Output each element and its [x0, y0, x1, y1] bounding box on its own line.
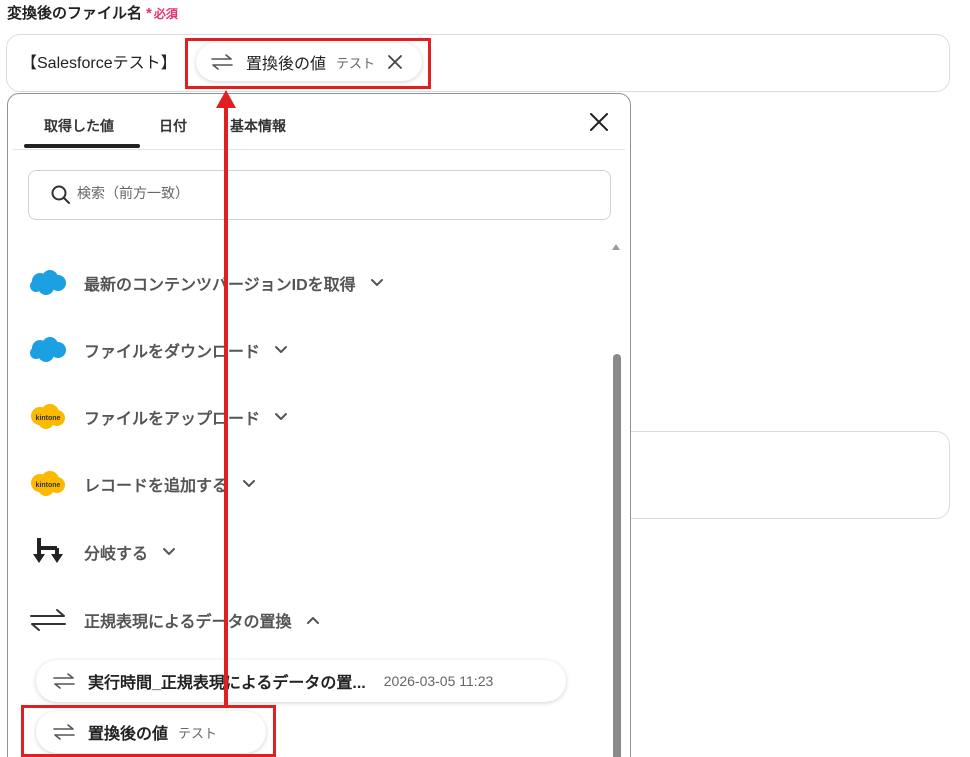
- scrollbar-thumb[interactable]: [613, 354, 621, 757]
- swap-arrows-icon: [53, 673, 75, 689]
- search-icon: [51, 185, 70, 204]
- tab-acquired-values[interactable]: 取得した値: [44, 116, 114, 136]
- step-label: 最新のコンテンツバージョンIDを取得: [84, 277, 356, 294]
- step-download-file[interactable]: ファイルをダウンロード: [28, 330, 288, 370]
- chevron-up-icon: [306, 617, 319, 624]
- search-input[interactable]: [77, 185, 577, 201]
- required-text: 必須: [153, 7, 178, 21]
- chevron-down-icon: [275, 413, 288, 420]
- kintone-logo-text: kintone: [36, 482, 61, 489]
- search-box[interactable]: [28, 170, 611, 220]
- tab-basic-info[interactable]: 基本情報: [230, 116, 286, 136]
- step-label: レコードを追加する: [84, 478, 229, 495]
- filename-input[interactable]: 【Salesforceテスト】: [6, 34, 950, 92]
- tab-date[interactable]: 日付: [159, 116, 187, 136]
- step-branch[interactable]: 分岐する: [28, 532, 176, 572]
- annotation-arrow-line: [224, 105, 228, 708]
- field-label: 変換後のファイル名 * 必須: [7, 2, 178, 23]
- output-chip-execution-time[interactable]: 実行時間_正規表現によるデータの置... 2026-03-05 11:23: [36, 660, 566, 702]
- chevron-down-icon: [243, 480, 256, 487]
- highlight-box-inserted-chip: [185, 38, 431, 89]
- chevron-down-icon: [163, 548, 176, 555]
- branch-icon: [28, 537, 68, 567]
- filename-prefix: 【Salesforceテスト】: [21, 55, 177, 72]
- step-label: ファイルをダウンロード: [84, 344, 261, 361]
- highlight-box-source-chip: [21, 705, 276, 757]
- value-picker-popup: 取得した値 日付 基本情報 最新のコンテンツバージョンIDを取得 ファイルをダウ…: [7, 93, 631, 757]
- step-label: 分岐する: [84, 546, 149, 563]
- scroll-up-arrow[interactable]: [612, 244, 620, 250]
- kintone-logo-text: kintone: [36, 415, 61, 422]
- close-icon[interactable]: [588, 111, 610, 133]
- tab-bar: 取得した値 日付 基本情報: [13, 94, 625, 150]
- required-star: *: [146, 5, 152, 22]
- step-add-record[interactable]: kintone レコードを追加する: [28, 464, 256, 504]
- chevron-down-icon: [370, 279, 383, 286]
- kintone-icon: kintone: [28, 402, 68, 432]
- background-field[interactable]: [600, 431, 950, 519]
- step-label: 正規表現によるデータの置換: [84, 614, 292, 631]
- step-label: ファイルをアップロード: [84, 411, 261, 428]
- swap-arrows-icon: [28, 605, 68, 635]
- field-label-text: 変換後のファイル名: [7, 5, 143, 22]
- step-upload-file[interactable]: kintone ファイルをアップロード: [28, 397, 288, 437]
- kintone-icon: kintone: [28, 469, 68, 499]
- active-tab-indicator: [24, 144, 140, 148]
- step-regex-replace[interactable]: 正規表現によるデータの置換: [28, 600, 320, 640]
- salesforce-cloud-icon: [28, 335, 68, 365]
- annotation-arrow-head: [216, 90, 236, 108]
- salesforce-cloud-icon: [28, 268, 68, 298]
- chip-value: 2026-03-05 11:23: [383, 673, 494, 689]
- chevron-down-icon: [275, 346, 288, 353]
- step-get-content-version[interactable]: 最新のコンテンツバージョンIDを取得: [28, 263, 384, 303]
